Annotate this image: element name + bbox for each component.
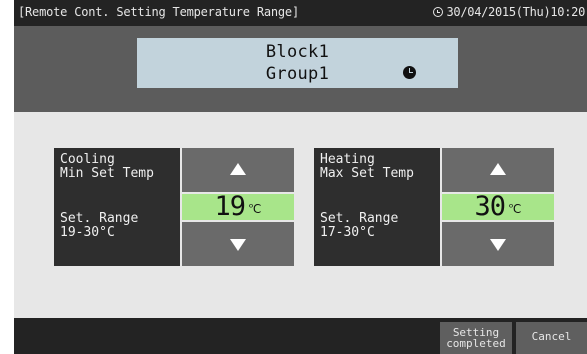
heating-label: Heating Max Set Temp Set. Range 17-30°C bbox=[314, 148, 440, 266]
timer-status-icon bbox=[403, 66, 416, 79]
screen-title: [Remote Cont. Setting Temperature Range] bbox=[18, 5, 299, 19]
cooling-value: 19 bbox=[214, 191, 247, 222]
arrow-down-icon bbox=[490, 239, 506, 251]
header-band: Block1 Group1 bbox=[14, 26, 587, 112]
datetime-text: 30/04/2015(Thu)10:20 bbox=[446, 5, 586, 19]
arrow-up-icon bbox=[490, 163, 506, 175]
cooling-up-button[interactable] bbox=[182, 148, 294, 192]
heating-name: Heating Max Set Temp bbox=[320, 152, 414, 181]
block-name: Block1 bbox=[265, 42, 330, 62]
screen: [Remote Cont. Setting Temperature Range]… bbox=[14, 0, 587, 354]
cooling-unit: ℃ bbox=[248, 202, 262, 216]
cooling-value-display: 19 ℃ bbox=[182, 191, 294, 222]
setting-completed-button[interactable]: Setting completed bbox=[440, 322, 512, 354]
heating-range: Set. Range 17-30°C bbox=[320, 211, 399, 240]
cooling-down-button[interactable] bbox=[182, 222, 294, 266]
setting-label-line2: completed bbox=[446, 337, 506, 350]
clock-icon bbox=[432, 7, 443, 17]
heating-down-button[interactable] bbox=[442, 222, 554, 266]
arrow-up-icon bbox=[230, 163, 246, 175]
heating-unit: ℃ bbox=[508, 202, 522, 216]
cancel-button[interactable]: Cancel bbox=[516, 322, 587, 354]
cooling-panel: Cooling Min Set Temp Set. Range 19-30°C … bbox=[54, 148, 294, 266]
footer-bar: Setting completed Cancel bbox=[14, 318, 587, 354]
cooling-range: Set. Range 19-30°C bbox=[60, 211, 139, 240]
heating-value-display: 30 ℃ bbox=[442, 191, 554, 222]
arrow-down-icon bbox=[230, 239, 246, 251]
cooling-label: Cooling Min Set Temp Set. Range 19-30°C bbox=[54, 148, 180, 266]
block-group-box: Block1 Group1 bbox=[137, 38, 458, 88]
cooling-name: Cooling Min Set Temp bbox=[60, 152, 154, 181]
heating-value: 30 bbox=[474, 191, 507, 222]
heating-up-button[interactable] bbox=[442, 148, 554, 192]
datetime-display: 30/04/2015(Thu)10:20 bbox=[432, 5, 586, 19]
heating-panel: Heating Max Set Temp Set. Range 17-30°C … bbox=[314, 148, 554, 266]
title-bar: [Remote Cont. Setting Temperature Range]… bbox=[14, 0, 587, 26]
